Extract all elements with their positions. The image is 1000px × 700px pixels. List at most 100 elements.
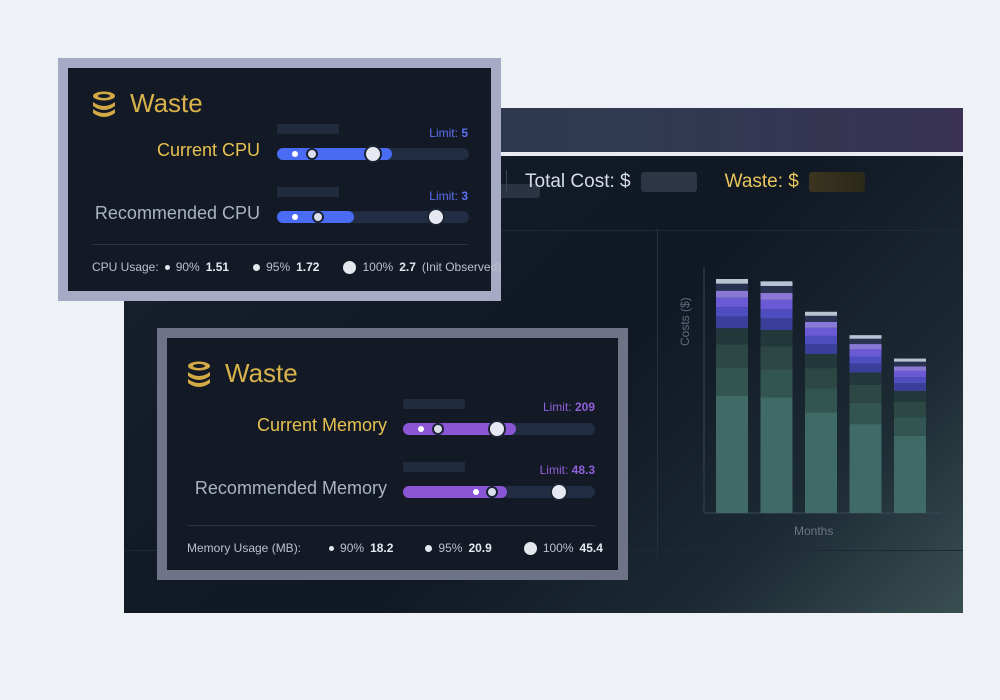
card-title-text: Waste <box>130 88 203 118</box>
divider <box>187 525 595 526</box>
bar-segment <box>760 346 793 370</box>
bar-segment <box>805 335 837 344</box>
slider-knob[interactable] <box>488 420 507 438</box>
bar-segment <box>894 370 926 378</box>
p100-dot <box>523 541 537 555</box>
bar-segment <box>716 290 748 298</box>
bar-segment <box>805 327 837 336</box>
bar-segment <box>716 307 748 317</box>
bar-segment <box>805 354 837 369</box>
bar-segment <box>894 401 926 418</box>
bar-segment <box>716 344 748 368</box>
bar-segment <box>805 311 837 316</box>
p95-value: 20.9 <box>468 541 492 555</box>
bar-segment <box>716 283 748 291</box>
bar-segment <box>894 383 926 391</box>
chart-y-axis-label: Costs ($) <box>678 297 692 346</box>
bar-segment <box>805 388 837 413</box>
placeholder-bar <box>277 187 339 197</box>
bar-segment <box>894 366 926 371</box>
limit-value: 209 <box>574 400 595 414</box>
p100-label: 100% <box>542 541 574 555</box>
p95-marker <box>486 486 498 498</box>
recommended-cpu-slider[interactable] <box>277 208 469 226</box>
recommended-memory-label: Recommended Memory <box>194 478 387 498</box>
p95-dot <box>425 544 433 552</box>
p95-marker <box>306 148 318 160</box>
bar-segment <box>805 315 837 322</box>
p100-value: 45.4 <box>579 541 603 555</box>
bar-segment <box>894 435 926 513</box>
p90-value: 1.51 <box>205 260 230 274</box>
chart-svg <box>703 268 942 514</box>
memory-waste-card-frame: Waste Limit: 209 Current Memory Limit: 4… <box>157 328 628 580</box>
limit-value: 5 <box>461 126 468 140</box>
coin-stack-icon <box>90 90 118 118</box>
current-cpu-slider[interactable] <box>277 145 469 163</box>
bar-segment <box>849 424 882 513</box>
bar-segment <box>849 344 882 350</box>
bar-segment <box>716 297 748 308</box>
memory-waste-card: Waste Limit: 209 Current Memory Limit: 4… <box>167 338 618 570</box>
card-title: Waste <box>185 358 298 389</box>
bar-segment <box>849 384 882 403</box>
bar-segment <box>849 349 882 357</box>
placeholder-bar <box>403 462 465 472</box>
slider-knob[interactable] <box>427 208 446 226</box>
p90-dot <box>164 264 170 270</box>
bar-segment <box>760 369 793 398</box>
limit-prefix: Limit: <box>542 400 575 414</box>
current-memory-label: Current Memory <box>256 415 387 435</box>
recommended-cpu-label: Recommended CPU <box>94 203 260 223</box>
limit-value: 3 <box>461 189 468 203</box>
p95-marker <box>312 211 324 223</box>
limit-prefix: Limit: <box>539 463 572 477</box>
limit-value: 48.3 <box>571 463 595 477</box>
current-cpu-limit: Limit: 5 <box>398 126 468 140</box>
slider-knob[interactable] <box>549 483 568 501</box>
bar-segment <box>760 285 793 293</box>
bar-segment <box>760 318 793 330</box>
bar-segment <box>805 412 837 513</box>
current-memory-slider[interactable] <box>403 420 595 438</box>
bar-segment <box>716 328 748 345</box>
p95-marker <box>432 423 444 435</box>
cpu-waste-card: Waste Limit: 5 Current CPU Limit: 3 Reco… <box>68 68 501 291</box>
cost-summary: Total Cost: $ Waste: $ <box>504 170 865 194</box>
bar-segment <box>716 279 748 284</box>
divider <box>92 244 468 245</box>
card-title-text: Waste <box>225 358 298 388</box>
bar-segment <box>805 368 837 389</box>
bar-segment <box>894 358 926 362</box>
slider-knob[interactable] <box>364 145 382 163</box>
recommended-memory-slider[interactable] <box>403 483 595 501</box>
bar-segment <box>760 281 793 286</box>
bar-segment <box>894 390 926 402</box>
memory-usage-summary: Memory Usage (MB): 90% 18.2 95% 20.9 100% 4… <box>187 541 603 555</box>
bar-segment <box>849 372 882 385</box>
monthly-cost-chart: Costs ($) Months <box>678 258 954 538</box>
total-cost-label: Total Cost: $ <box>525 171 631 192</box>
divider <box>506 170 507 194</box>
card-title: Waste <box>90 88 203 119</box>
bar-segment <box>894 417 926 436</box>
p90-marker <box>292 214 298 220</box>
bar-segment <box>716 396 748 513</box>
bar-segment <box>849 335 882 339</box>
recommended-memory-limit: Limit: 48.3 <box>507 463 595 477</box>
bar-segment <box>805 343 837 355</box>
p90-label: 90% <box>340 541 365 555</box>
coin-stack-icon <box>185 360 213 388</box>
bar-segment <box>805 321 837 328</box>
waste-value-redacted <box>808 172 865 192</box>
bar-segment <box>849 338 882 345</box>
p100-value: 2.7 <box>399 260 416 274</box>
p95-dot <box>253 263 261 271</box>
bar-segment <box>760 292 793 300</box>
p100-suffix: (Init Observed) <box>421 260 502 274</box>
usage-label: Memory Usage (MB): <box>187 541 302 555</box>
current-memory-limit: Limit: 209 <box>507 400 595 414</box>
p100-label: 100% <box>362 260 394 274</box>
p90-value: 18.2 <box>370 541 394 555</box>
limit-prefix: Limit: <box>429 126 462 140</box>
